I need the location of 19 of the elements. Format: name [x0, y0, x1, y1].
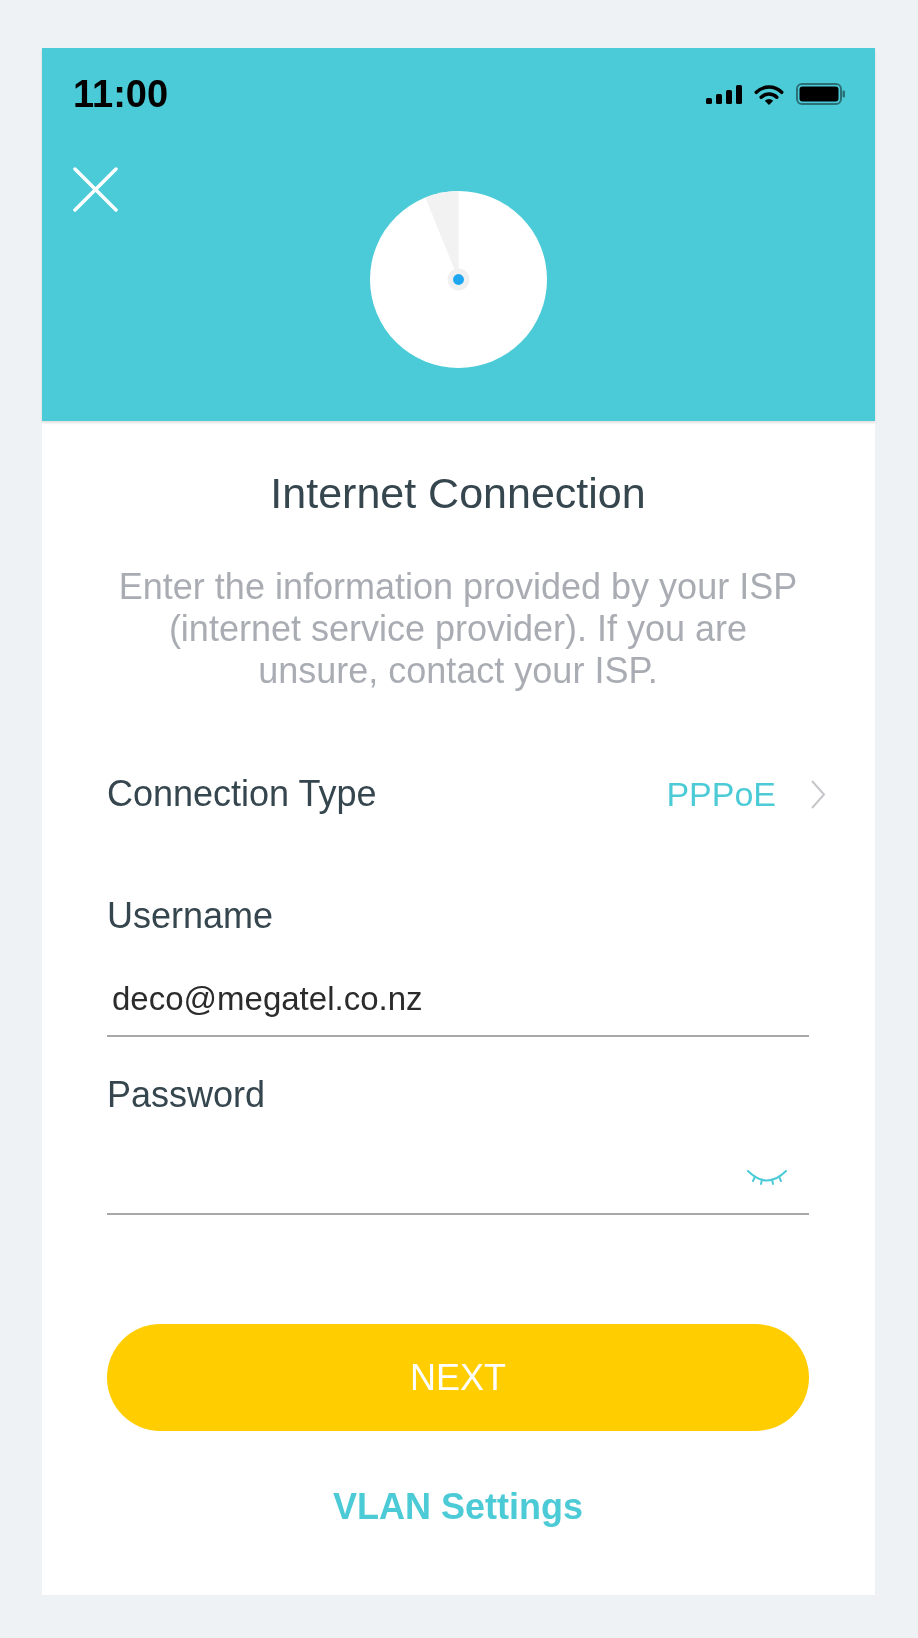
signal-icon [706, 84, 742, 104]
show-password-button[interactable] [746, 1167, 788, 1186]
field-label: Password [107, 1073, 267, 1117]
next-button[interactable]: NEXT [107, 1324, 809, 1431]
connection-type-selector[interactable]: PPPoE [666, 772, 826, 816]
page-title: Internet Connection [269, 468, 647, 519]
status-time: 11:00 [73, 75, 169, 113]
username-field[interactable]: deco@megatel.co.nz [107, 962, 809, 1037]
field-label: Username [107, 894, 275, 938]
close-button[interactable] [73, 167, 118, 212]
connection-type-label: Connection Type [107, 772, 377, 816]
close-icon [73, 167, 118, 212]
chevron-icon [810, 778, 826, 810]
battery-icon [796, 83, 846, 105]
disc-icon [370, 191, 547, 368]
vlan-settings-link[interactable]: VLAN Settings [333, 1485, 583, 1529]
wifi-icon [754, 83, 784, 105]
description-text: Enter the information provided by your ISP (internet service provider). If you are unsure, contact your ISP. [117, 566, 799, 692]
closed-eye-icon [746, 1167, 788, 1186]
